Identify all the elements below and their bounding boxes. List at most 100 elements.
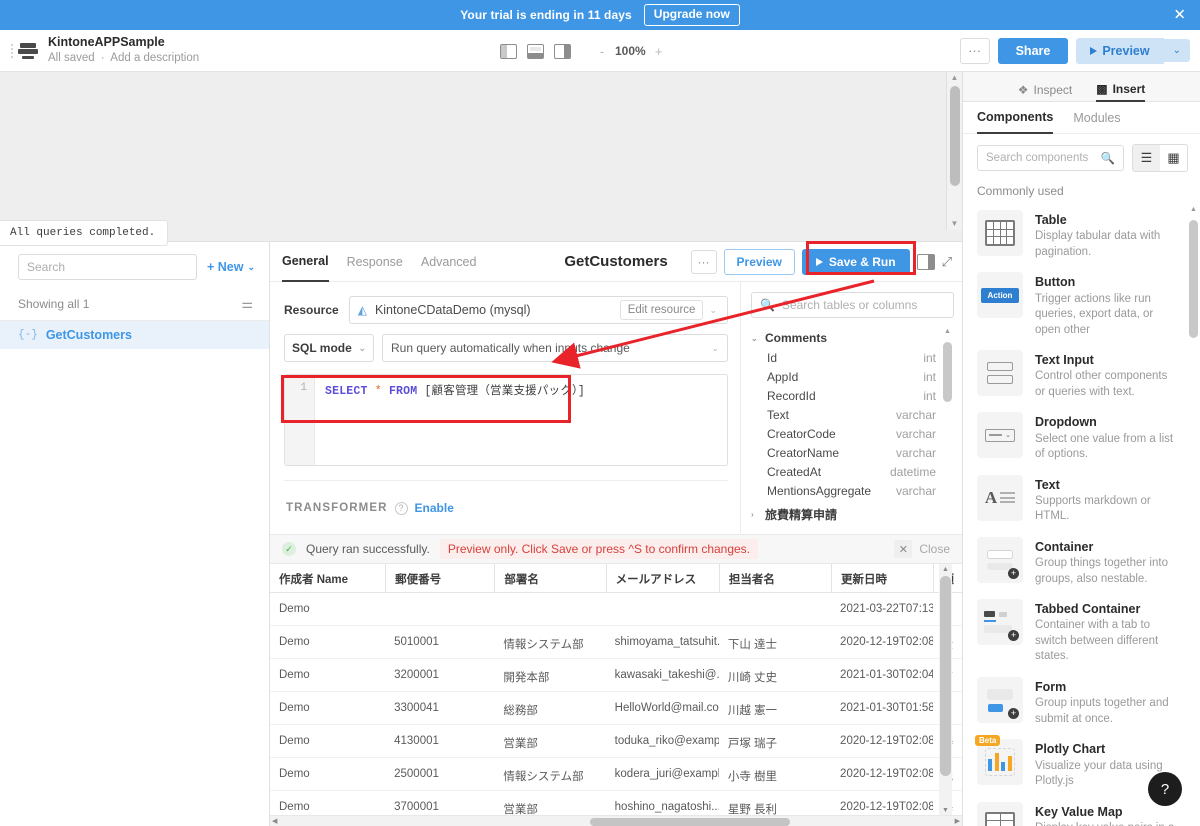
run-behavior-select[interactable]: Run query automatically when inputs chan… (382, 334, 728, 362)
table-cell[interactable] (494, 593, 605, 625)
table-cell[interactable]: 下山 達士 (719, 626, 831, 658)
table-cell[interactable]: 小寺 樹里 (719, 758, 831, 790)
schema-list[interactable]: ⌄ Comments Id int AppId int RecordId int Te… (751, 328, 954, 524)
table-header-cell[interactable]: 郵便番号 (385, 564, 494, 592)
table-row[interactable]: Demo 3200001 開発本部 kawasaki_takeshi@... 川崎 丈史… (270, 659, 962, 692)
scroll-right-icon[interactable]: ▶ (955, 816, 960, 826)
tab-advanced[interactable]: Advanced (421, 242, 477, 282)
schema-group-ryohi[interactable]: › 旅費精算申請 (751, 503, 954, 524)
zoom-in-button[interactable]: + (652, 44, 666, 59)
table-row[interactable]: Demo 4130001 営業部 toduka_riko@examp... 戸塚 瑞子 2… (270, 725, 962, 758)
component-search-input[interactable]: Search components 🔍 (977, 145, 1124, 171)
component-list-scrollbar[interactable]: ▲ ▼ (1189, 204, 1198, 826)
scroll-thumb[interactable] (943, 342, 952, 402)
editor-preview-button[interactable]: Preview (723, 248, 795, 275)
drag-handle-icon[interactable] (8, 43, 16, 58)
scroll-up-icon[interactable]: ▲ (939, 564, 952, 576)
schema-column[interactable]: Text varchar (751, 405, 954, 424)
scroll-up-icon[interactable]: ▲ (943, 328, 952, 335)
table-cell[interactable]: 2020-12-19T02:08... (831, 758, 933, 790)
schema-column[interactable]: CreatedAt datetime (751, 462, 954, 481)
table-cell[interactable]: 4130001 (385, 725, 494, 757)
layout-bottom-panel-icon[interactable] (527, 43, 544, 59)
close-icon[interactable]: ✕ (1173, 8, 1186, 23)
tab-general[interactable]: General (282, 242, 329, 282)
table-cell[interactable]: 情報システム部 (494, 758, 605, 790)
schema-column[interactable]: CreatorCode varchar (751, 424, 954, 443)
tab-insert[interactable]: ▩ Insert (1096, 72, 1146, 102)
table-cell[interactable]: 2500001 (385, 758, 494, 790)
table-cell[interactable]: kodera_juri@exampl... (606, 758, 719, 790)
table-cell[interactable] (719, 593, 831, 625)
new-query-button[interactable]: + New ⌄ (207, 260, 255, 274)
layout-right-panel-icon[interactable] (554, 43, 571, 59)
schema-search-input[interactable]: 🔍 Search tables or columns (751, 292, 954, 318)
component-item-form[interactable]: + Form Group inputs together and submit … (963, 671, 1200, 733)
resource-select[interactable]: ◭ KintoneCDataDemo (mysql) Edit resource… (348, 296, 728, 324)
component-item-dropdown[interactable]: ⌄ Dropdown Select one value from a list … (963, 406, 1200, 468)
table-header-cell[interactable]: 作成者 Name (270, 564, 385, 592)
help-icon[interactable]: ? (394, 501, 408, 515)
table-cell[interactable]: 2020-12-19T02:08... (831, 626, 933, 658)
split-view-icon[interactable] (916, 253, 935, 270)
filter-icon[interactable]: ⚌ (241, 296, 253, 312)
table-cell[interactable]: toduka_riko@examp... (606, 725, 719, 757)
sql-mode-select[interactable]: SQL mode ⌄ (284, 334, 374, 362)
table-row[interactable]: Demo 5010001 情報システム部 shimoyama_tatsuhit... 下… (270, 626, 962, 659)
table-cell[interactable]: 3200001 (385, 659, 494, 691)
query-results-table[interactable]: 作成者 Name 郵便番号 部署名 メールアドレス 担当者名 更新日時 顧 De… (270, 564, 962, 826)
table-cell[interactable]: 2020-12-19T02:08... (831, 725, 933, 757)
schema-column[interactable]: RecordId int (751, 386, 954, 405)
table-cell[interactable]: 2021-03-22T07:13... (831, 593, 933, 625)
scroll-thumb[interactable] (940, 576, 951, 776)
table-cell[interactable]: Demo (270, 692, 385, 724)
scroll-thumb[interactable] (950, 86, 960, 186)
table-cell[interactable]: kawasaki_takeshi@... (606, 659, 719, 691)
zoom-out-button[interactable]: - (595, 44, 609, 59)
table-cell[interactable]: 開発本部 (494, 659, 605, 691)
component-item-button[interactable]: Action Button Trigger actions like run q… (963, 266, 1200, 344)
scroll-thumb[interactable] (1189, 220, 1198, 338)
table-cell[interactable]: Demo (270, 626, 385, 658)
subtab-components[interactable]: Components (977, 102, 1054, 134)
table-cell[interactable]: Demo (270, 659, 385, 691)
grid-view-icon[interactable]: ▦ (1160, 145, 1187, 171)
table-cell[interactable]: 5010001 (385, 626, 494, 658)
editor-more-button[interactable]: ··· (690, 249, 717, 274)
schema-column[interactable]: Id int (751, 348, 954, 367)
collapse-icon[interactable]: ⤢ (942, 254, 952, 270)
component-item-container[interactable]: + Container Group things together into g… (963, 531, 1200, 593)
scroll-up-icon[interactable]: ▲ (947, 72, 962, 84)
table-row[interactable]: Demo2021-03-22T07:13...H (270, 593, 962, 626)
table-row[interactable]: Demo 3300041 総務部 HelloWorld@mail.com 川越 憲一 20… (270, 692, 962, 725)
schema-column[interactable]: AppId int (751, 367, 954, 386)
table-cell[interactable]: 川越 憲一 (719, 692, 831, 724)
schema-group-comments[interactable]: ⌄ Comments (751, 328, 954, 348)
table-header-cell[interactable]: 担当者名 (718, 564, 831, 592)
schema-column[interactable]: MentionsAggregate varchar (751, 481, 954, 500)
component-item-tabbed-container[interactable]: + Tabbed Container Container with a tab … (963, 593, 1200, 671)
table-cell[interactable]: Demo (270, 593, 385, 625)
chevron-down-icon[interactable]: ⌄ (703, 305, 723, 316)
table-cell[interactable]: shimoyama_tatsuhit... (606, 626, 719, 658)
schema-column[interactable]: CreatorName varchar (751, 443, 954, 462)
list-view-icon[interactable]: ☰ (1133, 145, 1160, 171)
table-cell[interactable] (385, 593, 494, 625)
add-description-link[interactable]: Add a description (110, 52, 199, 64)
sql-code-line[interactable]: SELECT * FROM [顧客管理（営業支援パック）] (315, 375, 727, 465)
query-list-item-getcustomers[interactable]: {-} GetCustomers (0, 321, 269, 349)
table-cell[interactable]: 2021-01-30T01:58... (831, 692, 933, 724)
tab-response[interactable]: Response (347, 242, 403, 282)
table-cell[interactable]: 川崎 丈史 (719, 659, 831, 691)
scroll-left-icon[interactable]: ◀ (272, 816, 277, 826)
component-item-table[interactable]: Table Display tabular data with paginati… (963, 204, 1200, 266)
results-horizontal-scrollbar[interactable]: ◀ ▶ (270, 815, 962, 826)
sql-editor[interactable]: 1 SELECT * FROM [顧客管理（営業支援パック）] (284, 374, 728, 466)
schema-scrollbar[interactable]: ▲ (943, 328, 952, 524)
table-cell[interactable]: 総務部 (494, 692, 605, 724)
table-cell[interactable]: 情報システム部 (494, 626, 605, 658)
component-item-text[interactable]: A Text Supports markdown or HTML. (963, 469, 1200, 531)
scroll-up-icon[interactable]: ▲ (1189, 204, 1198, 216)
table-header-cell[interactable]: 部署名 (494, 564, 605, 592)
table-cell[interactable]: 2021-01-30T02:04... (831, 659, 933, 691)
